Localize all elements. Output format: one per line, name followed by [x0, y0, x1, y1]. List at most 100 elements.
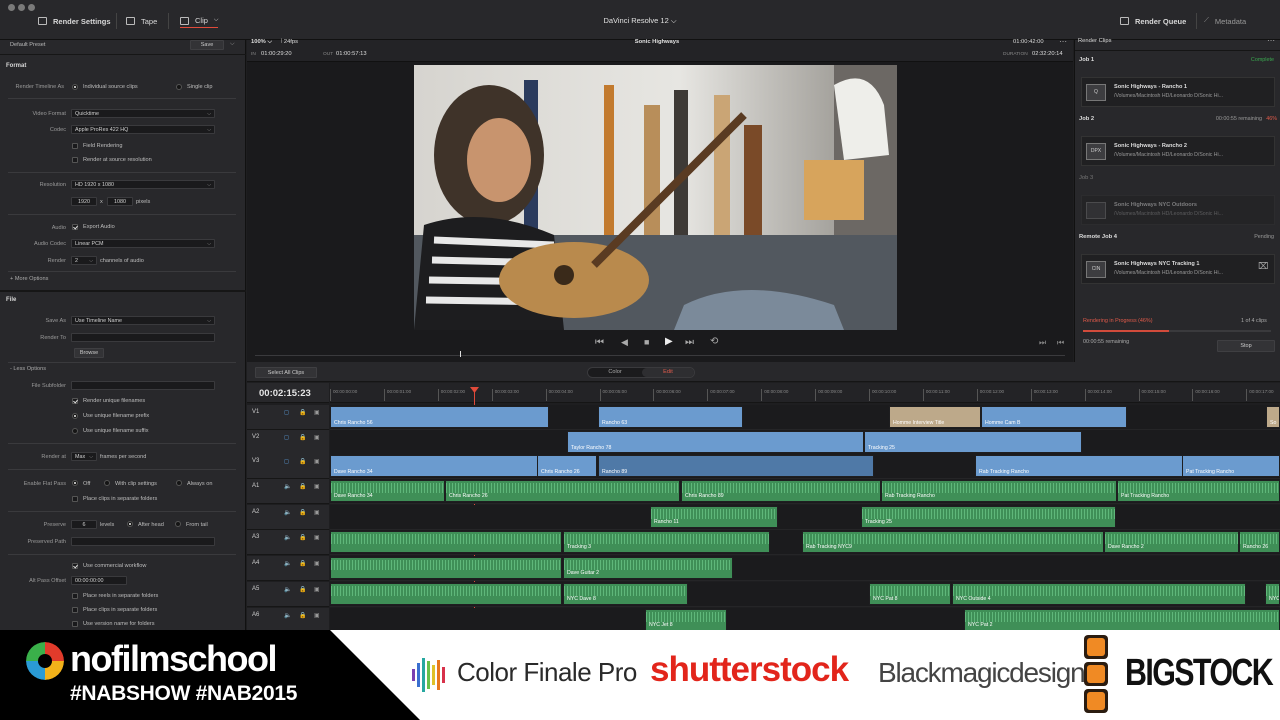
audio-clip[interactable]: NYC J [1265, 583, 1280, 605]
video-clip[interactable]: Homme Cam B [981, 406, 1127, 428]
audio-clip[interactable]: Rab Tracking Rancho [881, 480, 1117, 502]
video-clip[interactable]: Tracking 25 [864, 431, 1082, 453]
more-options-toggle[interactable]: + More Options [10, 276, 48, 282]
render-to-input[interactable] [71, 333, 215, 342]
skip-back-icon[interactable]: ⏮ [595, 337, 604, 348]
audio-clip[interactable]: Dave Guitar 2 [563, 557, 733, 579]
timeline-ruler[interactable]: 00:00:00:00 00:00:01:00 00:00:02:00 00:00:0… [330, 383, 1280, 403]
video-clip[interactable]: Chris Rancho 26 [537, 455, 597, 477]
source-res-checkbox[interactable] [72, 157, 78, 163]
track-header[interactable]: A4 🔈 🔒 ▣ [247, 556, 329, 581]
speaker-icon[interactable]: 🔈 [284, 509, 291, 516]
version-name-checkbox[interactable] [72, 621, 78, 627]
track-lock-icon[interactable]: 🔒 [299, 434, 306, 441]
track-lock-icon[interactable]: 🔒 [299, 458, 306, 465]
track-lane[interactable] [330, 505, 1280, 530]
track-lock-icon[interactable]: 🔒 [299, 534, 306, 541]
track-monitor-icon[interactable]: ◻ [284, 434, 289, 441]
browse-button[interactable]: Browse [74, 348, 104, 358]
track-lock-icon[interactable]: 🔒 [299, 612, 306, 619]
place-clips-checkbox[interactable] [72, 496, 78, 502]
alt-pass-offset-input[interactable]: 00:00:00:00 [71, 576, 127, 585]
tab-render-settings[interactable]: Render Settings [38, 14, 111, 28]
audio-clip[interactable]: Dave Rancho 34 [330, 480, 445, 502]
skip-forward-icon[interactable]: ⏭ [685, 337, 694, 348]
track-header[interactable]: A2 🔈 🔒 ▣ [247, 505, 329, 530]
audio-clip[interactable]: Pat Tracking Rancho [1117, 480, 1280, 502]
track-header[interactable]: A1 🔈 🔒 ▣ [247, 479, 329, 504]
from-tail-radio[interactable] [175, 521, 181, 527]
video-clip[interactable]: Dave Rancho 34 [330, 455, 539, 477]
next-frame-icon[interactable]: ⏭ [1039, 338, 1046, 348]
unique-suffix-radio[interactable] [72, 428, 78, 434]
edit-tab[interactable]: Edit [642, 368, 694, 377]
audio-clip[interactable]: Chris Rancho 26 [445, 480, 680, 502]
speaker-icon[interactable]: 🔈 [284, 612, 291, 619]
select-all-clips-button[interactable]: Select All Clips [255, 367, 317, 378]
track-enable-icon[interactable]: ▣ [314, 534, 320, 541]
tab-tape[interactable]: Tape [126, 14, 157, 28]
video-clip[interactable]: Pat Tracking Rancho [1182, 455, 1280, 477]
play-reverse-icon[interactable]: ◀ [621, 337, 628, 348]
tab-clip[interactable]: Clip ⌵ [180, 14, 219, 28]
window-zoom-dot[interactable] [28, 4, 35, 11]
track-header[interactable]: V2 ◻ 🔒 ▣ [247, 430, 329, 455]
track-enable-icon[interactable]: ▣ [314, 509, 320, 516]
render-job-card[interactable]: Q Sonic Highways - Rancho 1/Volumes/Macin… [1081, 77, 1275, 107]
metadata-button[interactable]: ⟋ Metadata [1204, 14, 1246, 28]
audio-clip[interactable]: Tracking 25 [861, 506, 1116, 528]
single-clip-radio[interactable] [176, 84, 182, 90]
video-clip[interactable]: Taylor Rancho 78 [567, 431, 864, 453]
track-enable-icon[interactable]: ▣ [314, 612, 320, 619]
video-clip[interactable]: Homme Interview Title [889, 406, 981, 428]
audio-clip[interactable]: Rancho 26 [1239, 531, 1280, 553]
track-lock-icon[interactable]: 🔒 [299, 509, 306, 516]
track-lock-icon[interactable]: 🔒 [299, 483, 306, 490]
track-enable-icon[interactable]: ▣ [314, 586, 320, 593]
loop-icon[interactable]: ⟲ [710, 336, 718, 347]
track-lock-icon[interactable]: 🔒 [299, 560, 306, 567]
track-enable-icon[interactable]: ▣ [314, 434, 320, 441]
individual-clips-radio[interactable] [72, 84, 78, 90]
height-input[interactable]: 1080 [107, 197, 133, 206]
resolution-select[interactable]: HD 1920 x 1080 ⌵ [71, 180, 215, 189]
track-monitor-icon[interactable]: ◻ [284, 458, 289, 465]
play-icon[interactable]: ▶ [665, 336, 673, 347]
field-rendering-checkbox[interactable] [72, 143, 78, 149]
audio-clip[interactable]: NYC Jet 8 [645, 609, 727, 631]
speaker-icon[interactable]: 🔈 [284, 560, 291, 567]
flat-pass-off-radio[interactable] [72, 480, 78, 486]
track-monitor-icon[interactable]: ◻ [284, 409, 289, 416]
render-queue-button[interactable]: Render Queue [1120, 14, 1186, 28]
preserved-path-input[interactable] [71, 537, 215, 546]
track-lock-icon[interactable]: 🔒 [299, 586, 306, 593]
track-header[interactable]: A5 🔈 🔒 ▣ [247, 582, 329, 607]
prev-frame-icon[interactable]: ⏮ [1057, 338, 1064, 348]
audio-codec-select[interactable]: Linear PCM ⌵ [71, 239, 215, 248]
scrubber-handle[interactable] [460, 351, 461, 357]
preserve-levels-input[interactable]: 6 [71, 520, 97, 529]
window-close-dot[interactable] [8, 4, 15, 11]
video-clip[interactable]: Rancho 63 [598, 406, 743, 428]
render-at-select[interactable]: Max ⌵ [71, 452, 97, 461]
chevron-down-icon[interactable]: ⌵ [230, 41, 235, 48]
render-unique-checkbox[interactable] [72, 398, 78, 404]
flat-pass-clip-radio[interactable] [104, 480, 110, 486]
audio-clip[interactable]: Dave Rancho 2 [1104, 531, 1239, 553]
video-clip[interactable]: So [1266, 406, 1280, 428]
video-clip[interactable]: Chris Rancho 56 [330, 406, 549, 428]
flat-pass-always-radio[interactable] [176, 480, 182, 486]
track-enable-icon[interactable]: ▣ [314, 483, 320, 490]
window-minimize-dot[interactable] [18, 4, 25, 11]
track-enable-icon[interactable]: ▣ [314, 560, 320, 567]
audio-clip[interactable]: NYC Pat 2 [964, 609, 1280, 631]
export-audio-checkbox[interactable] [72, 224, 78, 230]
audio-clip[interactable] [330, 583, 562, 605]
width-input[interactable]: 1920 [71, 197, 97, 206]
unique-prefix-radio[interactable] [72, 413, 78, 419]
place-clips2-checkbox[interactable] [72, 607, 78, 613]
audio-clip[interactable]: NYC Dave 8 [563, 583, 688, 605]
audio-clip[interactable]: Chris Rancho 89 [681, 480, 881, 502]
less-options-toggle[interactable]: - Less Options [10, 366, 46, 372]
audio-clip[interactable] [330, 531, 562, 553]
